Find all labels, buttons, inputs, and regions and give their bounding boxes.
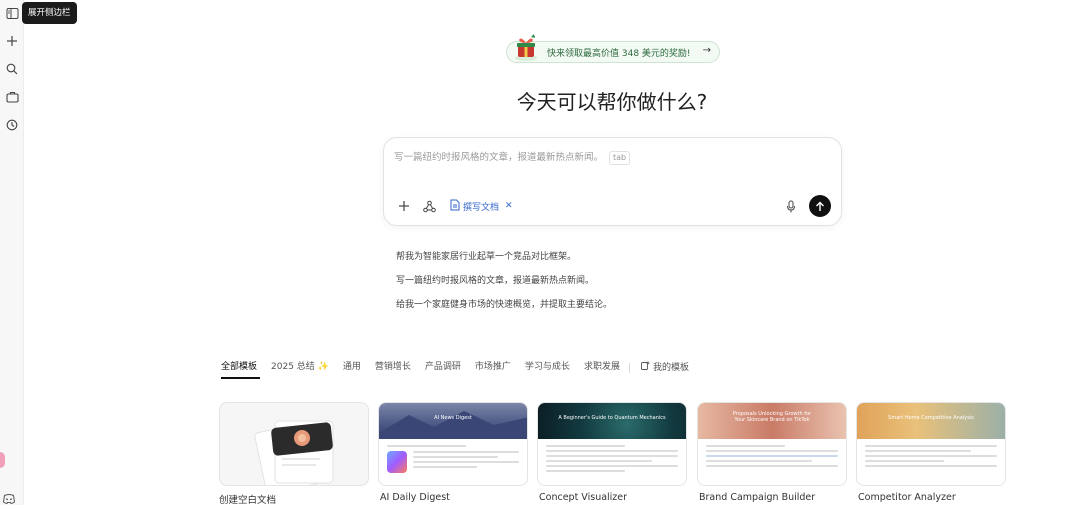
divider — [628, 363, 630, 373]
my-templates-label: 我的模板 — [652, 362, 689, 373]
thumbnail-body — [546, 445, 678, 475]
template-label: Competitor Analyzer — [858, 492, 956, 503]
suggestion-item[interactable]: 给我一个家庭健身市场的快速概览，并提取主要结论。 — [396, 297, 612, 310]
template-tabs: 全部模板 2025 总结 ✨ 通用 营销增长 产品调研 市场推广 学习与成长 求… — [219, 361, 696, 379]
microphone-icon[interactable] — [782, 197, 800, 215]
thumbnail-title: Smart Home Competitive Analysis — [888, 415, 974, 421]
thumbnail-body — [706, 445, 838, 470]
template-label: Concept Visualizer — [539, 492, 628, 503]
tab-all-templates[interactable]: 全部模板 — [219, 361, 264, 379]
attach-plus-icon[interactable] — [395, 197, 413, 215]
discord-icon[interactable] — [2, 490, 16, 505]
arrow-right-icon: → — [702, 45, 711, 56]
sidebar — [0, 0, 24, 505]
thumbnail-header: AI News Digest — [379, 403, 527, 439]
close-icon[interactable]: ✕ — [505, 201, 513, 211]
thumbnail-header: Proposals Unlocking Growth for Your Skin… — [698, 403, 846, 439]
briefcase-icon[interactable] — [2, 87, 22, 107]
sidebar-tooltip: 展开侧边栏 — [22, 2, 77, 24]
template-card-brand-campaign-builder[interactable]: Proposals Unlocking Growth for Your Skin… — [697, 402, 847, 486]
promo-banner[interactable]: 快来领取最高价值 348 美元的奖励! → — [506, 34, 720, 63]
prompt-placeholder: 写一篇纽约时报风格的文章，报道最新热点新闻。 — [394, 152, 604, 163]
prompt-composer[interactable]: 写一篇纽约时报风格的文章，报道最新热点新闻。 tab 撰写文档 ✕ — [383, 137, 842, 226]
arrow-up-icon — [816, 201, 824, 211]
send-button[interactable] — [809, 195, 831, 217]
suggestion-item[interactable]: 帮我为智能家居行业起草一个竞品对比框架。 — [396, 249, 576, 262]
promo-text: 快来领取最高价值 348 美元的奖励! — [547, 48, 691, 59]
tab-career[interactable]: 求职发展 — [577, 361, 627, 375]
template-label: 创建空白文档 — [219, 495, 277, 506]
tab-marketing-growth[interactable]: 营销增长 — [368, 361, 418, 375]
template-icon — [641, 361, 650, 375]
tab-learning-growth[interactable]: 学习与成长 — [518, 361, 577, 375]
tab-2025-summary[interactable]: 2025 总结 ✨ — [264, 361, 336, 375]
thumbnail-title: A Beginner's Guide to Quantum Mechanics — [558, 415, 666, 421]
thumbnail-header: A Beginner's Guide to Quantum Mechanics — [538, 403, 686, 439]
thumbnail-body — [387, 445, 519, 473]
thumbnail-header: Smart Home Competitive Analysis — [857, 403, 1005, 439]
page-title: 今天可以帮你做什么? — [516, 90, 708, 114]
chip-label: 撰写文档 — [463, 202, 500, 213]
document-icon — [450, 199, 460, 214]
prompt-input[interactable]: 写一篇纽约时报风格的文章，报道最新热点新闻。 tab — [394, 149, 631, 165]
tab-product-research[interactable]: 产品调研 — [418, 361, 468, 375]
notification-dot — [0, 452, 5, 468]
tab-my-templates[interactable]: 我的模板 — [634, 361, 696, 375]
search-icon[interactable] — [2, 59, 22, 79]
template-label: AI Daily Digest — [380, 492, 450, 503]
template-card-ai-daily-digest[interactable]: AI News Digest — [378, 402, 528, 486]
thumbnail-title: Proposals Unlocking Growth for Your Skin… — [732, 411, 812, 423]
thumbnail-title: AI News Digest — [434, 415, 472, 421]
sidebar-toggle-icon[interactable] — [2, 3, 22, 23]
write-document-chip[interactable]: 撰写文档 ✕ — [450, 198, 513, 214]
tab-go-to-market[interactable]: 市场推广 — [468, 361, 518, 375]
template-card-concept-visualizer[interactable]: A Beginner's Guide to Quantum Mechanics — [537, 402, 687, 486]
thumbnail-body — [865, 445, 997, 470]
template-card-blank[interactable] — [219, 402, 369, 486]
blank-document-illustration — [254, 420, 334, 485]
template-card-competitor-analyzer[interactable]: Smart Home Competitive Analysis — [856, 402, 1006, 486]
gift-icon — [511, 33, 541, 63]
suggestion-item[interactable]: 写一篇纽约时报风格的文章，报道最新热点新闻。 — [396, 273, 594, 286]
tab-hint-badge: tab — [609, 151, 631, 165]
template-label: Brand Campaign Builder — [699, 492, 816, 503]
plus-icon[interactable] — [2, 31, 22, 51]
tools-icon[interactable] — [420, 197, 438, 215]
tab-general[interactable]: 通用 — [336, 361, 368, 375]
history-icon[interactable] — [2, 115, 22, 135]
